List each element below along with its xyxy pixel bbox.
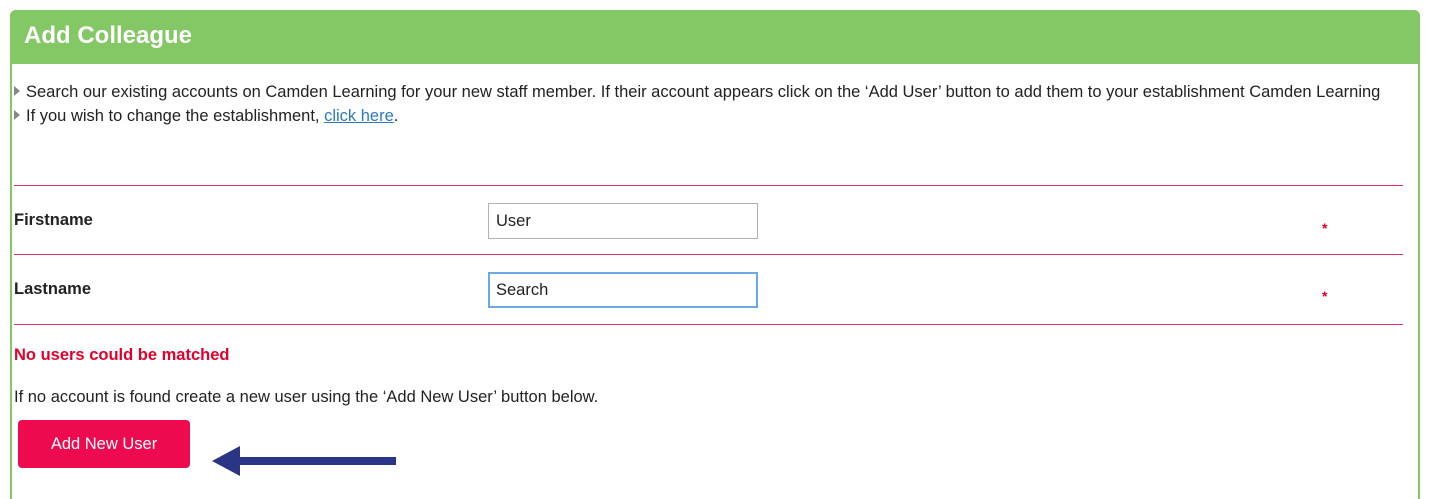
firstname-required-mark: * [1322,220,1328,236]
intro-line-search: Search our existing accounts on Camden L… [14,80,1394,104]
firstname-input[interactable] [488,203,758,239]
bullet-triangle-icon [14,110,20,120]
intro-line-establishment: If you wish to change the establishment,… [14,104,1394,128]
no-match-message: No users could be matched [14,346,230,364]
panel-title: Add Colleague [24,22,193,49]
change-establishment-link[interactable]: click here [324,107,394,125]
intro-search-text: Search our existing accounts on Camden L… [26,83,1381,101]
lastname-required-mark: * [1322,288,1328,304]
create-user-hint: If no account is found create a new user… [14,388,599,406]
intro-establishment-suffix: . [393,107,399,125]
lastname-input[interactable] [488,272,758,308]
panel-header: Add Colleague [10,10,1420,64]
divider [14,185,1403,186]
add-new-user-button[interactable]: Add New User [18,420,190,468]
firstname-label: Firstname [14,211,93,229]
intro-establishment-text: If you wish to change the establishment, [26,107,325,125]
arrow-left-icon [212,446,396,476]
intro-text: Search our existing accounts on Camden L… [14,80,1394,128]
lastname-label: Lastname [14,280,92,298]
divider [14,254,1403,255]
divider [14,324,1403,325]
bullet-triangle-icon [14,86,20,96]
